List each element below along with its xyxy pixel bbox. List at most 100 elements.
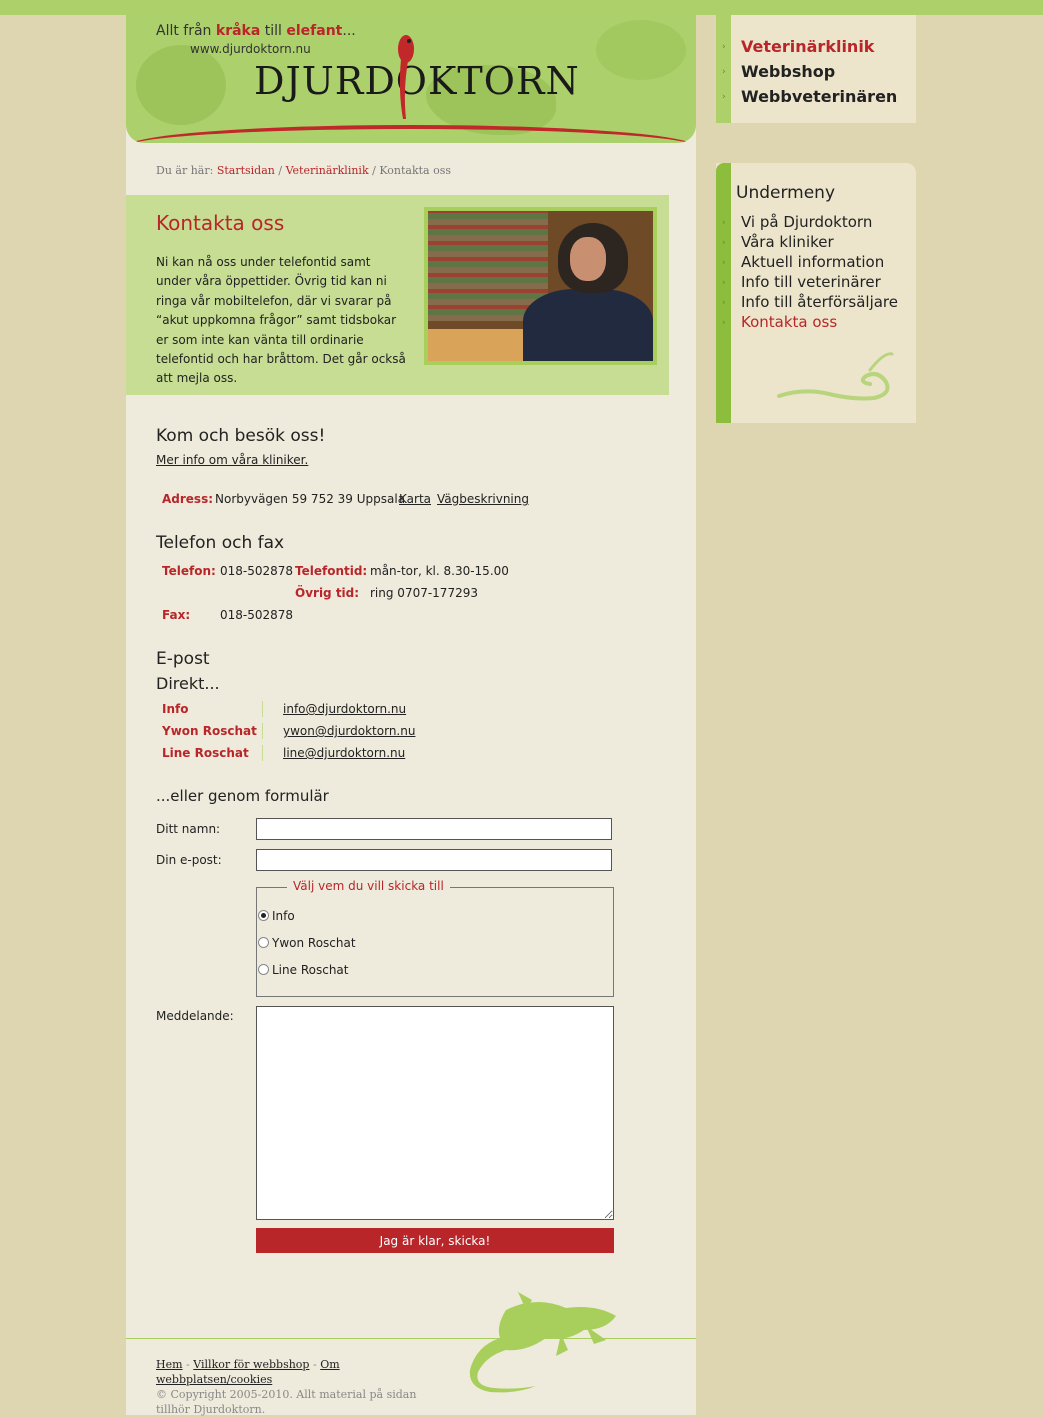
- site-footer: Hem - Villkor för webbshop - Om webbplat…: [156, 1357, 436, 1417]
- snake-icon: [777, 352, 894, 401]
- email-link-info[interactable]: info@djurdoktorn.nu: [283, 702, 406, 716]
- radio-label: Line Roschat: [272, 963, 349, 977]
- page-title: Kontakta oss: [156, 211, 285, 235]
- directions-link[interactable]: Vägbeskrivning: [437, 492, 529, 506]
- email-label: Din e-post:: [156, 853, 222, 867]
- breadcrumb-current: Kontakta oss: [379, 164, 452, 177]
- submenu: Undermeny › Vi på Djurdoktorn › Våra kli…: [716, 163, 916, 423]
- chevron-right-icon: ›: [722, 42, 726, 52]
- submenu-item-info-aterforsaljare[interactable]: Info till återförsäljare: [741, 293, 898, 311]
- nav-item-webbshop[interactable]: Webbshop: [741, 62, 835, 81]
- tagline-text: till: [264, 23, 282, 39]
- radio-label: Info: [272, 909, 295, 923]
- chevron-right-icon: ›: [722, 67, 726, 77]
- lizard-icon: [469, 1292, 616, 1393]
- breadcrumb-link-home[interactable]: Startsidan: [217, 164, 275, 177]
- chevron-right-icon: ›: [722, 278, 726, 288]
- nav-item-webbveterinaren[interactable]: Webbveterinären: [741, 87, 897, 106]
- submenu-item-aktuell-information[interactable]: Aktuell information: [741, 253, 884, 271]
- chevron-right-icon: ›: [722, 298, 726, 308]
- footer-separator: -: [312, 1358, 317, 1371]
- message-label: Meddelande:: [156, 1009, 234, 1023]
- parrot-icon: [398, 35, 414, 119]
- email-link-line[interactable]: line@djurdoktorn.nu: [283, 746, 405, 760]
- recipient-radio-ywon[interactable]: Ywon Roschat: [258, 936, 356, 950]
- submit-button[interactable]: Jag är klar, skicka!: [256, 1228, 614, 1253]
- clinics-info-link[interactable]: Mer info om våra kliniker.: [156, 453, 308, 467]
- email-separator: [262, 723, 263, 739]
- intro-box: Kontakta oss Ni kan nå oss under telefon…: [126, 195, 669, 395]
- nav-item-veterinarklinik[interactable]: Veterinärklinik: [741, 37, 874, 56]
- header-red-curve: [126, 125, 696, 143]
- radio-dot[interactable]: [258, 910, 269, 921]
- top-strip: [0, 0, 1043, 15]
- visit-heading: Kom och besök oss!: [156, 426, 326, 446]
- submenu-bar-accent: [716, 163, 731, 423]
- fax-label: Fax:: [162, 608, 191, 622]
- chevron-right-icon: ›: [722, 318, 726, 328]
- other-time-value: ring 0707-177293: [370, 586, 478, 600]
- email-separator: [262, 745, 263, 761]
- radio-dot[interactable]: [258, 937, 269, 948]
- radio-label: Ywon Roschat: [272, 936, 356, 950]
- recipient-radio-line[interactable]: Line Roschat: [258, 963, 349, 977]
- chevron-right-icon: ›: [722, 218, 726, 228]
- breadcrumb-link-clinic[interactable]: Veterinärklinik: [286, 164, 369, 177]
- email-name: Info: [162, 702, 189, 716]
- submenu-title: Undermeny: [736, 183, 836, 203]
- message-textarea[interactable]: [256, 1006, 614, 1220]
- photo-body: [523, 289, 653, 361]
- tagline-highlight: elefant: [286, 23, 343, 39]
- phone-heading: Telefon och fax: [156, 533, 285, 553]
- submenu-item-vi-pa-djurdoktorn[interactable]: Vi på Djurdoktorn: [741, 213, 872, 231]
- email-separator: [262, 701, 263, 717]
- tagline-text: ...: [342, 23, 356, 39]
- footer-link-terms[interactable]: Villkor för webbshop: [193, 1358, 309, 1371]
- phone-value: 018-502878: [220, 564, 294, 578]
- fax-value: 018-502878: [220, 608, 294, 622]
- submenu-item-vara-kliniker[interactable]: Våra kliniker: [741, 233, 834, 251]
- chevron-right-icon: ›: [722, 238, 726, 248]
- site-url: www.djurdoktorn.nu: [190, 42, 311, 56]
- email-name: Ywon Roschat: [162, 724, 257, 738]
- tagline: Allt från kråka till elefant...: [156, 23, 356, 39]
- tagline-highlight: kråka: [215, 23, 261, 39]
- photo-face: [570, 237, 606, 281]
- site-logo[interactable]: DJURDOKTORN: [254, 59, 580, 103]
- recipient-radio-info[interactable]: Info: [258, 909, 295, 923]
- receptionist-photo: [424, 207, 657, 365]
- radio-dot[interactable]: [258, 964, 269, 975]
- chevron-right-icon: ›: [722, 92, 726, 102]
- header-decor: [136, 45, 226, 125]
- address-value: Norbyvägen 59 752 39 Uppsala: [215, 492, 406, 506]
- name-input[interactable]: [256, 818, 612, 840]
- copyright-text: © Copyright 2005-2010. Allt material på …: [156, 1388, 417, 1416]
- main-column: Allt från kråka till elefant... www.djur…: [126, 15, 696, 1417]
- email-name: Line Roschat: [162, 746, 249, 760]
- main-nav: › Veterinärklinik › Webbshop › Webbveter…: [716, 15, 916, 123]
- chevron-right-icon: ›: [722, 258, 726, 268]
- map-link[interactable]: Karta: [399, 492, 431, 506]
- form-heading: ...eller genom formulär: [156, 787, 329, 805]
- footer-divider: [126, 1338, 696, 1339]
- email-link-ywon[interactable]: ywon@djurdoktorn.nu: [283, 724, 415, 738]
- submenu-item-info-veterinarer[interactable]: Info till veterinärer: [741, 273, 881, 291]
- phone-label: Telefon:: [162, 564, 216, 578]
- name-label: Ditt namn:: [156, 822, 221, 836]
- header-decor: [596, 20, 686, 80]
- phone-hours-value: mån-tor, kl. 8.30-15.00: [370, 564, 509, 578]
- email-input[interactable]: [256, 849, 612, 871]
- tagline-text: Allt från: [156, 23, 212, 39]
- other-time-label: Övrig tid:: [295, 586, 360, 600]
- footer-link-home[interactable]: Hem: [156, 1358, 183, 1371]
- email-heading: E-post: [156, 649, 210, 669]
- breadcrumb: Du är här: Startsidan / Veterinärklinik …: [156, 164, 451, 177]
- breadcrumb-separator: /: [372, 164, 376, 177]
- breadcrumb-separator: /: [278, 164, 283, 177]
- recipient-legend: Välj vem du vill skicka till: [287, 879, 450, 893]
- email-subheading: Direkt...: [156, 674, 220, 693]
- submenu-item-kontakta-oss[interactable]: Kontakta oss: [741, 313, 837, 331]
- intro-text: Ni kan nå oss under telefontid samt unde…: [156, 255, 406, 386]
- breadcrumb-prefix: Du är här:: [156, 164, 214, 177]
- phone-hours-label: Telefontid:: [295, 564, 368, 578]
